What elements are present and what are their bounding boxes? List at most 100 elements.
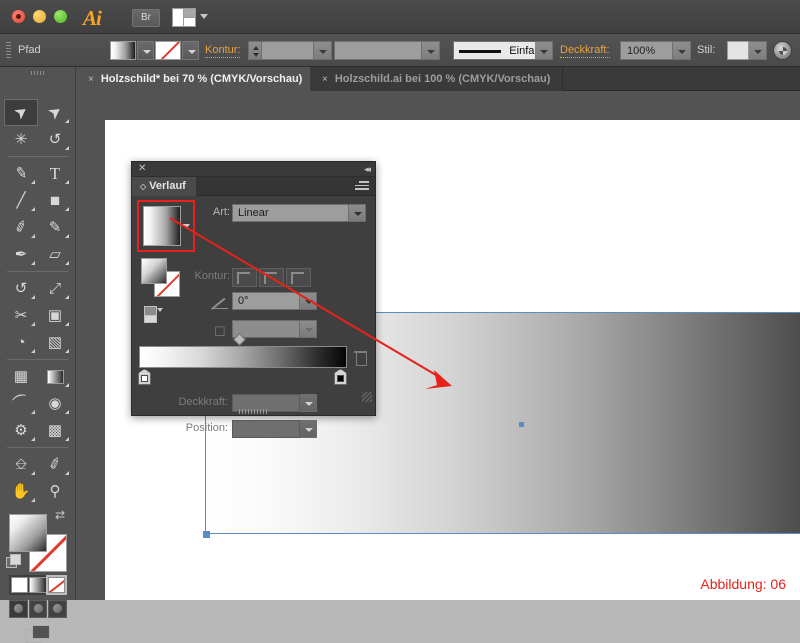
close-window-button[interactable]	[12, 10, 25, 23]
reverse-gradient-icon[interactable]	[144, 306, 168, 323]
stroke-gradient-along-button[interactable]	[259, 268, 284, 287]
rotate-tool[interactable]: ↺	[4, 275, 38, 302]
stroke-swatch[interactable]	[155, 41, 181, 60]
chevron-down-icon[interactable]	[182, 224, 190, 229]
draw-inside-button[interactable]	[48, 600, 68, 618]
paintbrush-tool[interactable]: ✐	[4, 214, 38, 241]
diamond-icon: ◇	[140, 182, 147, 191]
panel-fill-swatch[interactable]	[141, 258, 167, 284]
gradient-opacity-dropdown-icon[interactable]	[300, 394, 317, 412]
gradient-tool[interactable]	[38, 363, 72, 390]
resize-grip[interactable]	[362, 392, 372, 402]
pencil-tool[interactable]: ✎	[38, 214, 72, 241]
fill-dropdown-icon[interactable]	[137, 41, 154, 60]
blob-brush-tool[interactable]: ✒	[4, 241, 38, 268]
panel-menu-icon[interactable]	[355, 181, 369, 192]
selection-tool[interactable]: ➤	[4, 99, 38, 126]
blend-tool[interactable]: ◉	[38, 390, 72, 417]
fill-swatch[interactable]	[110, 41, 136, 60]
stroke-style-field[interactable]	[334, 41, 422, 60]
draw-behind-button[interactable]	[28, 600, 48, 618]
eraser-tool[interactable]: ▱	[38, 241, 72, 268]
column-graph-tool[interactable]: ▩	[38, 417, 72, 444]
shape-builder-tool[interactable]: ◔	[4, 329, 38, 356]
panel-bottom-grip[interactable]	[238, 409, 269, 414]
gradient-type-field[interactable]: Linear	[232, 204, 349, 222]
fill-color-swatch[interactable]	[9, 514, 47, 552]
gradient-stop-end[interactable]	[334, 369, 347, 385]
graphic-style-dropdown-icon[interactable]	[749, 41, 767, 60]
chevron-down-icon[interactable]	[200, 14, 208, 19]
gradient-angle-dropdown-icon[interactable]	[300, 292, 317, 310]
stroke-weight-field[interactable]	[261, 41, 314, 60]
symbol-sprayer-tool[interactable]: ⚙	[4, 417, 38, 444]
fill-mode-gradient-button[interactable]	[29, 577, 47, 593]
perspective-grid-tool[interactable]: ▧	[38, 329, 72, 356]
stroke-weight-stepper[interactable]	[248, 41, 261, 60]
rectangle-tool[interactable]: ■	[38, 187, 72, 214]
tool-grid: ➤ ➤ ✳ ↺ ✎ T ╱ ■ ✐ ✎ ✒ ▱ ↺ ⤢ ✂ ▣ ◔ ▧ ▦ ⏜ …	[4, 99, 72, 505]
gradient-angle-field[interactable]: 0°	[232, 292, 300, 310]
document-tab-active[interactable]: × Holzschild* bei 70 % (CMYK/Vorschau)	[76, 67, 316, 91]
mesh-tool[interactable]: ▦	[4, 363, 38, 390]
pen-tool[interactable]: ✎	[4, 160, 38, 187]
lasso-tool[interactable]: ↺	[38, 126, 72, 153]
gradient-slider[interactable]	[139, 346, 347, 368]
stroke-dropdown-icon[interactable]	[182, 41, 199, 60]
fill-mode-none-button[interactable]	[47, 577, 65, 593]
gradient-position-field[interactable]	[232, 420, 300, 438]
minimize-window-button[interactable]	[33, 10, 46, 23]
slice-tool[interactable]: ✐	[38, 451, 72, 478]
gradient-position-dropdown-icon[interactable]	[300, 420, 317, 438]
draw-normal-button[interactable]	[9, 600, 28, 618]
opacity-dropdown-icon[interactable]	[673, 41, 691, 60]
fill-stroke-indicator: ⇄	[6, 508, 67, 572]
zoom-window-button[interactable]	[54, 10, 67, 23]
graphic-style-swatch[interactable]	[727, 41, 749, 60]
stroke-weight-label[interactable]: Kontur:	[205, 44, 241, 58]
tool-separator	[7, 447, 69, 448]
artboard-tool[interactable]: ⎒	[4, 451, 38, 478]
document-tab-inactive[interactable]: × Holzschild.ai bei 100 % (CMYK/Vorschau…	[310, 67, 564, 91]
free-transform-tool[interactable]: ▣	[38, 302, 72, 329]
line-segment-tool[interactable]: ╱	[4, 187, 38, 214]
magic-wand-tool[interactable]: ✳	[4, 126, 38, 153]
bridge-button[interactable]: Br	[132, 9, 160, 27]
tab-verlauf[interactable]: ◇ Verlauf	[132, 177, 196, 196]
gradient-type-dropdown-icon[interactable]	[349, 204, 366, 222]
close-icon[interactable]: ×	[88, 74, 94, 85]
document-setup-icon[interactable]	[773, 41, 792, 60]
eyedropper-tool[interactable]: ⏜	[4, 390, 38, 417]
object-center-anchor[interactable]	[519, 422, 524, 427]
stroke-profile-dropdown-icon[interactable]	[535, 41, 553, 60]
direct-selection-tool[interactable]: ➤	[38, 99, 72, 126]
hand-tool[interactable]: ✋	[4, 478, 38, 505]
arrange-documents-icon[interactable]	[172, 8, 196, 27]
default-fill-stroke-icon[interactable]	[6, 554, 21, 568]
opacity-label[interactable]: Deckkraft:	[560, 44, 610, 58]
gradient-stop-start[interactable]	[138, 369, 151, 385]
stroke-weight-dropdown-icon[interactable]	[314, 41, 332, 60]
swap-fill-stroke-icon[interactable]: ⇄	[55, 508, 65, 522]
delete-stop-icon[interactable]	[354, 348, 367, 366]
type-tool[interactable]: T	[38, 160, 72, 187]
document-tab-title: Holzschild* bei 70 % (CMYK/Vorschau)	[100, 73, 303, 85]
close-icon[interactable]: ×	[322, 74, 328, 85]
gradient-panel[interactable]: ✕ ◂◂ ◇ Verlauf Art: Linear Kontur: 0° ☐ …	[131, 161, 376, 438]
width-tool[interactable]: ✂	[4, 302, 38, 329]
stroke-gradient-within-button[interactable]	[232, 268, 257, 287]
angle-icon	[212, 296, 228, 309]
screen-mode-button[interactable]	[25, 625, 51, 643]
gradient-aspect-dropdown-icon[interactable]	[300, 320, 317, 338]
stroke-style-dropdown-icon[interactable]	[422, 41, 440, 60]
fill-mode-color-button[interactable]	[11, 577, 29, 593]
scale-tool[interactable]: ⤢	[38, 275, 72, 302]
opacity-field[interactable]: 100%	[620, 41, 673, 60]
stroke-gradient-across-button[interactable]	[286, 268, 311, 287]
selection-handle-bottom-left[interactable]	[203, 531, 210, 538]
close-icon[interactable]: ✕	[138, 163, 146, 174]
zoom-tool[interactable]: ⚲	[38, 478, 72, 505]
collapse-panel-icon[interactable]: ◂◂	[364, 164, 371, 175]
tools-panel-grip[interactable]	[31, 71, 45, 75]
control-bar-grip[interactable]	[6, 42, 11, 59]
